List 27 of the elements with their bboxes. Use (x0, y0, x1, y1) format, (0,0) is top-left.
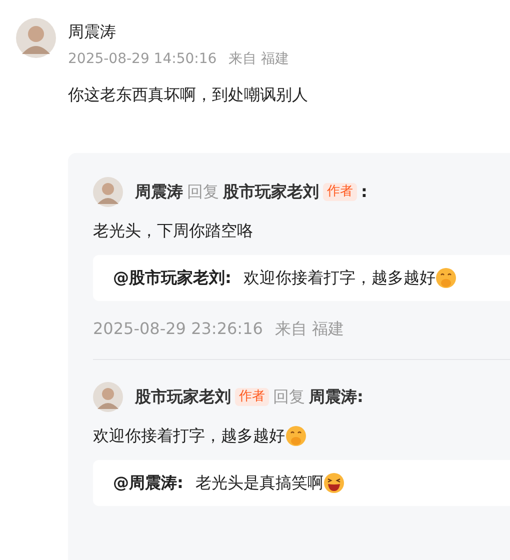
colon: : (361, 181, 368, 203)
reply-label: 回复 (273, 386, 305, 408)
emoji-icon (435, 267, 458, 289)
user-name: 股市玩家老刘 (223, 181, 319, 203)
reply-label: 回复 (187, 181, 219, 203)
author-name: 周震涛 (68, 21, 117, 43)
author-badge: 作者 (323, 183, 357, 201)
avatar (93, 382, 123, 412)
quote-text: 老光头是真搞笑啊 (195, 472, 324, 494)
reply-text: 欢迎你接着打字，越多越好 (93, 425, 285, 447)
emoji-icon (323, 472, 346, 494)
mention: @周震涛: (113, 472, 184, 494)
comment-text: 你这老东西真坏啊，到处嘲讽别人 (68, 84, 308, 106)
author-badge: 作者 (235, 388, 269, 406)
quote-text: 欢迎你接着打字，越多越好 (243, 268, 436, 288)
timestamp: 2025-08-29 14:50:16 (68, 50, 217, 69)
user-name: 周震涛: (309, 386, 364, 408)
reply-text: 老光头，下周你踏空咯 (93, 220, 253, 242)
timestamp: 2025-08-29 23:26:16 (93, 319, 263, 339)
avatar (93, 177, 123, 207)
mention: @股市玩家老刘: (113, 268, 232, 288)
user-name: 周震涛 (135, 181, 183, 203)
location: 来自 福建 (228, 50, 290, 69)
location: 来自 福建 (274, 319, 344, 339)
user-name: 股市玩家老刘 (135, 386, 231, 408)
avatar (16, 18, 56, 58)
emoji-icon (285, 425, 307, 447)
